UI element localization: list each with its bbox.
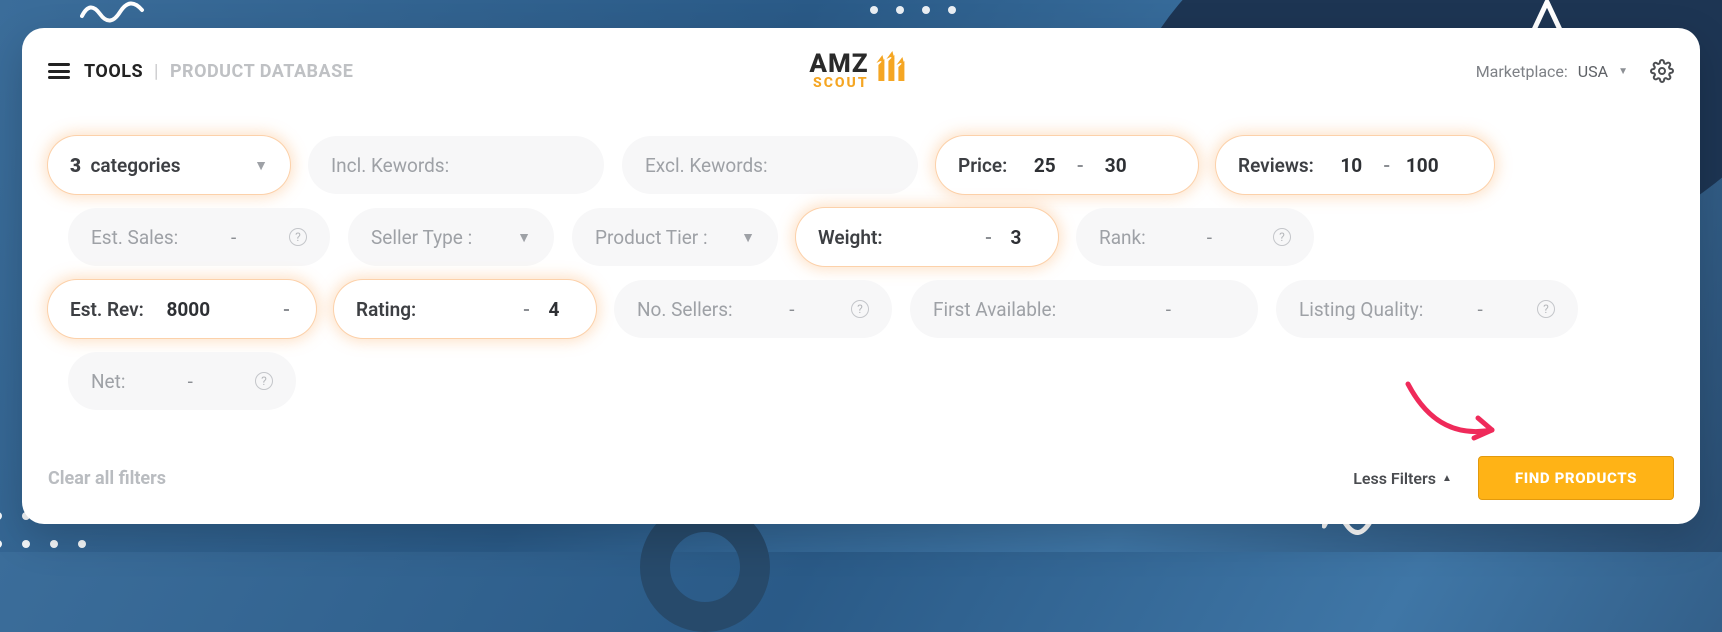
net-filter[interactable]: Net: - ? xyxy=(68,352,296,410)
reviews-max-input[interactable] xyxy=(1394,154,1450,177)
bottombar: Clear all filters Less Filters ▲ FIND PR… xyxy=(48,452,1674,504)
logo-arrows-icon xyxy=(875,51,913,85)
marketplace-label: Marketplace: xyxy=(1476,62,1568,81)
est-sales-filter[interactable]: Est. Sales: - ? xyxy=(68,208,330,266)
price-min-input[interactable] xyxy=(1017,154,1073,177)
help-icon[interactable]: ? xyxy=(255,372,273,390)
reviews-filter[interactable]: Reviews: - xyxy=(1216,136,1494,194)
weight-filter[interactable]: Weight: - xyxy=(796,208,1058,266)
listing-quality-filter[interactable]: Listing Quality: - ? xyxy=(1276,280,1578,338)
topbar: TOOLS | PRODUCT DATABASE AMZ SCOUT Marke… xyxy=(48,50,1674,92)
logo-sub: SCOUT xyxy=(813,75,869,91)
include-keywords-input[interactable]: Incl. Kewords: xyxy=(308,136,604,194)
breadcrumb-page: PRODUCT DATABASE xyxy=(170,61,353,82)
breadcrumb: TOOLS | PRODUCT DATABASE xyxy=(84,61,353,82)
logo-brand: AMZ xyxy=(809,51,868,77)
less-filters-toggle[interactable]: Less Filters ▲ xyxy=(1353,469,1452,488)
caret-down-icon: ▼ xyxy=(517,229,531,246)
help-icon[interactable]: ? xyxy=(851,300,869,318)
caret-down-icon: ▼ xyxy=(741,229,755,246)
menu-icon[interactable] xyxy=(48,63,70,79)
caret-down-icon: ▼ xyxy=(1618,66,1628,77)
find-products-button[interactable]: FIND PRODUCTS xyxy=(1478,456,1674,500)
est-rev-filter[interactable]: Est. Rev: - xyxy=(48,280,316,338)
est-rev-min-input[interactable] xyxy=(153,298,223,321)
help-icon[interactable]: ? xyxy=(1537,300,1555,318)
no-sellers-filter[interactable]: No. Sellers: - ? xyxy=(614,280,892,338)
weight-max-input[interactable] xyxy=(996,226,1036,249)
marketplace-value: USA xyxy=(1578,62,1608,81)
breadcrumb-tools[interactable]: TOOLS xyxy=(84,61,143,82)
price-max-input[interactable] xyxy=(1088,154,1144,177)
exclude-keywords-input[interactable]: Excl. Kewords: xyxy=(622,136,918,194)
help-icon[interactable]: ? xyxy=(1273,228,1291,246)
seller-type-select[interactable]: Seller Type : ▼ xyxy=(348,208,554,266)
rating-max-input[interactable] xyxy=(534,298,574,321)
reviews-min-input[interactable] xyxy=(1323,154,1379,177)
help-icon[interactable]: ? xyxy=(289,228,307,246)
marketplace-select[interactable]: Marketplace: USA ▼ xyxy=(1476,62,1628,81)
caret-up-icon: ▲ xyxy=(1442,473,1452,484)
categories-select[interactable]: 3 categories ▼ xyxy=(48,136,290,194)
caret-down-icon: ▼ xyxy=(254,157,268,174)
product-tier-select[interactable]: Product Tier : ▼ xyxy=(572,208,778,266)
logo: AMZ SCOUT xyxy=(809,51,912,91)
rating-filter[interactable]: Rating: - xyxy=(334,280,596,338)
clear-all-filters[interactable]: Clear all filters xyxy=(48,468,166,489)
price-filter[interactable]: Price: - xyxy=(936,136,1198,194)
filter-card: TOOLS | PRODUCT DATABASE AMZ SCOUT Marke… xyxy=(22,28,1700,524)
filters: 3 categories ▼ Incl. Kewords: Excl. Kewo… xyxy=(48,136,1674,410)
rank-filter[interactable]: Rank: - ? xyxy=(1076,208,1314,266)
first-available-filter[interactable]: First Available: - xyxy=(910,280,1258,338)
gear-icon[interactable] xyxy=(1650,59,1674,83)
